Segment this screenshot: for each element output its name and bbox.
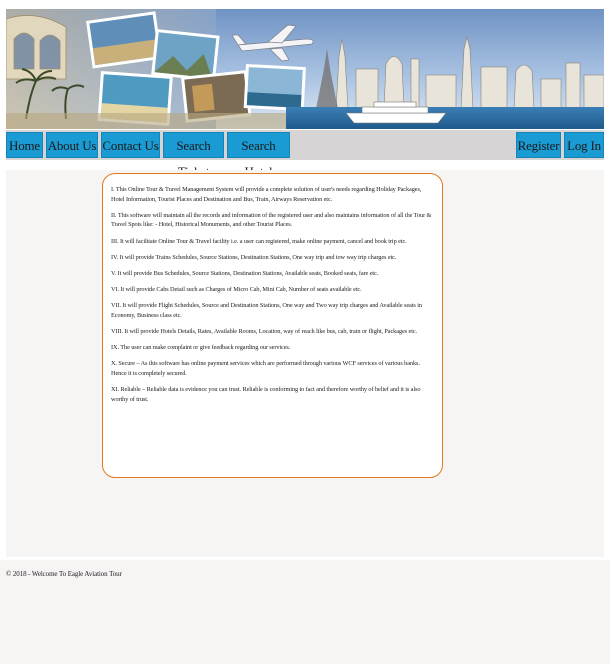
feature-item: II. This software will maintain all the … <box>111 211 432 229</box>
nav-login-button[interactable]: Log In <box>564 132 604 158</box>
main-nav-bar: Home About Us Contact Us Search Ticket S… <box>6 130 604 179</box>
nav-about-us-button[interactable]: About Us <box>46 132 98 158</box>
nav-search-ticket-button[interactable]: Search Ticket <box>163 132 224 179</box>
about-system-panel: I. This Online Tour & Travel Management … <box>102 173 443 478</box>
feature-item: VI. It will provide Cabs Detail such as … <box>111 286 362 294</box>
feature-item: IX. The user can make complaint or give … <box>111 344 291 352</box>
nav-contact-us-button[interactable]: Contact Us <box>101 132 160 158</box>
feature-item: III. It will facilitate Online Tour & Tr… <box>111 237 407 245</box>
nav-register-button[interactable]: Register <box>516 132 561 158</box>
feature-item: XI. Reliable – Reliable data is evidence… <box>111 386 421 403</box>
feature-item: I. This Online Tour & Travel Management … <box>111 186 422 203</box>
feature-item: VII. It will provide Flight Schedules, S… <box>111 302 422 319</box>
feature-item: X. Secure – As this software has online … <box>111 360 420 378</box>
feature-item: VIII. It will provide Hotels Details, Ra… <box>111 328 418 336</box>
feature-item: IV. It will provide Trains Schedules, So… <box>111 253 397 261</box>
footer-copyright: © 2018 - Welcome To Eagle Aviation Tour <box>6 570 122 578</box>
nav-search-hotel-button[interactable]: Search Hotel <box>227 132 290 179</box>
feature-item: V. It will provide Bus Schedules, Source… <box>111 269 379 277</box>
header-banner <box>6 9 604 129</box>
nav-home-button[interactable]: Home <box>6 132 43 158</box>
travel-collage-image <box>6 9 604 129</box>
main-content-area: I. This Online Tour & Travel Management … <box>6 170 604 557</box>
